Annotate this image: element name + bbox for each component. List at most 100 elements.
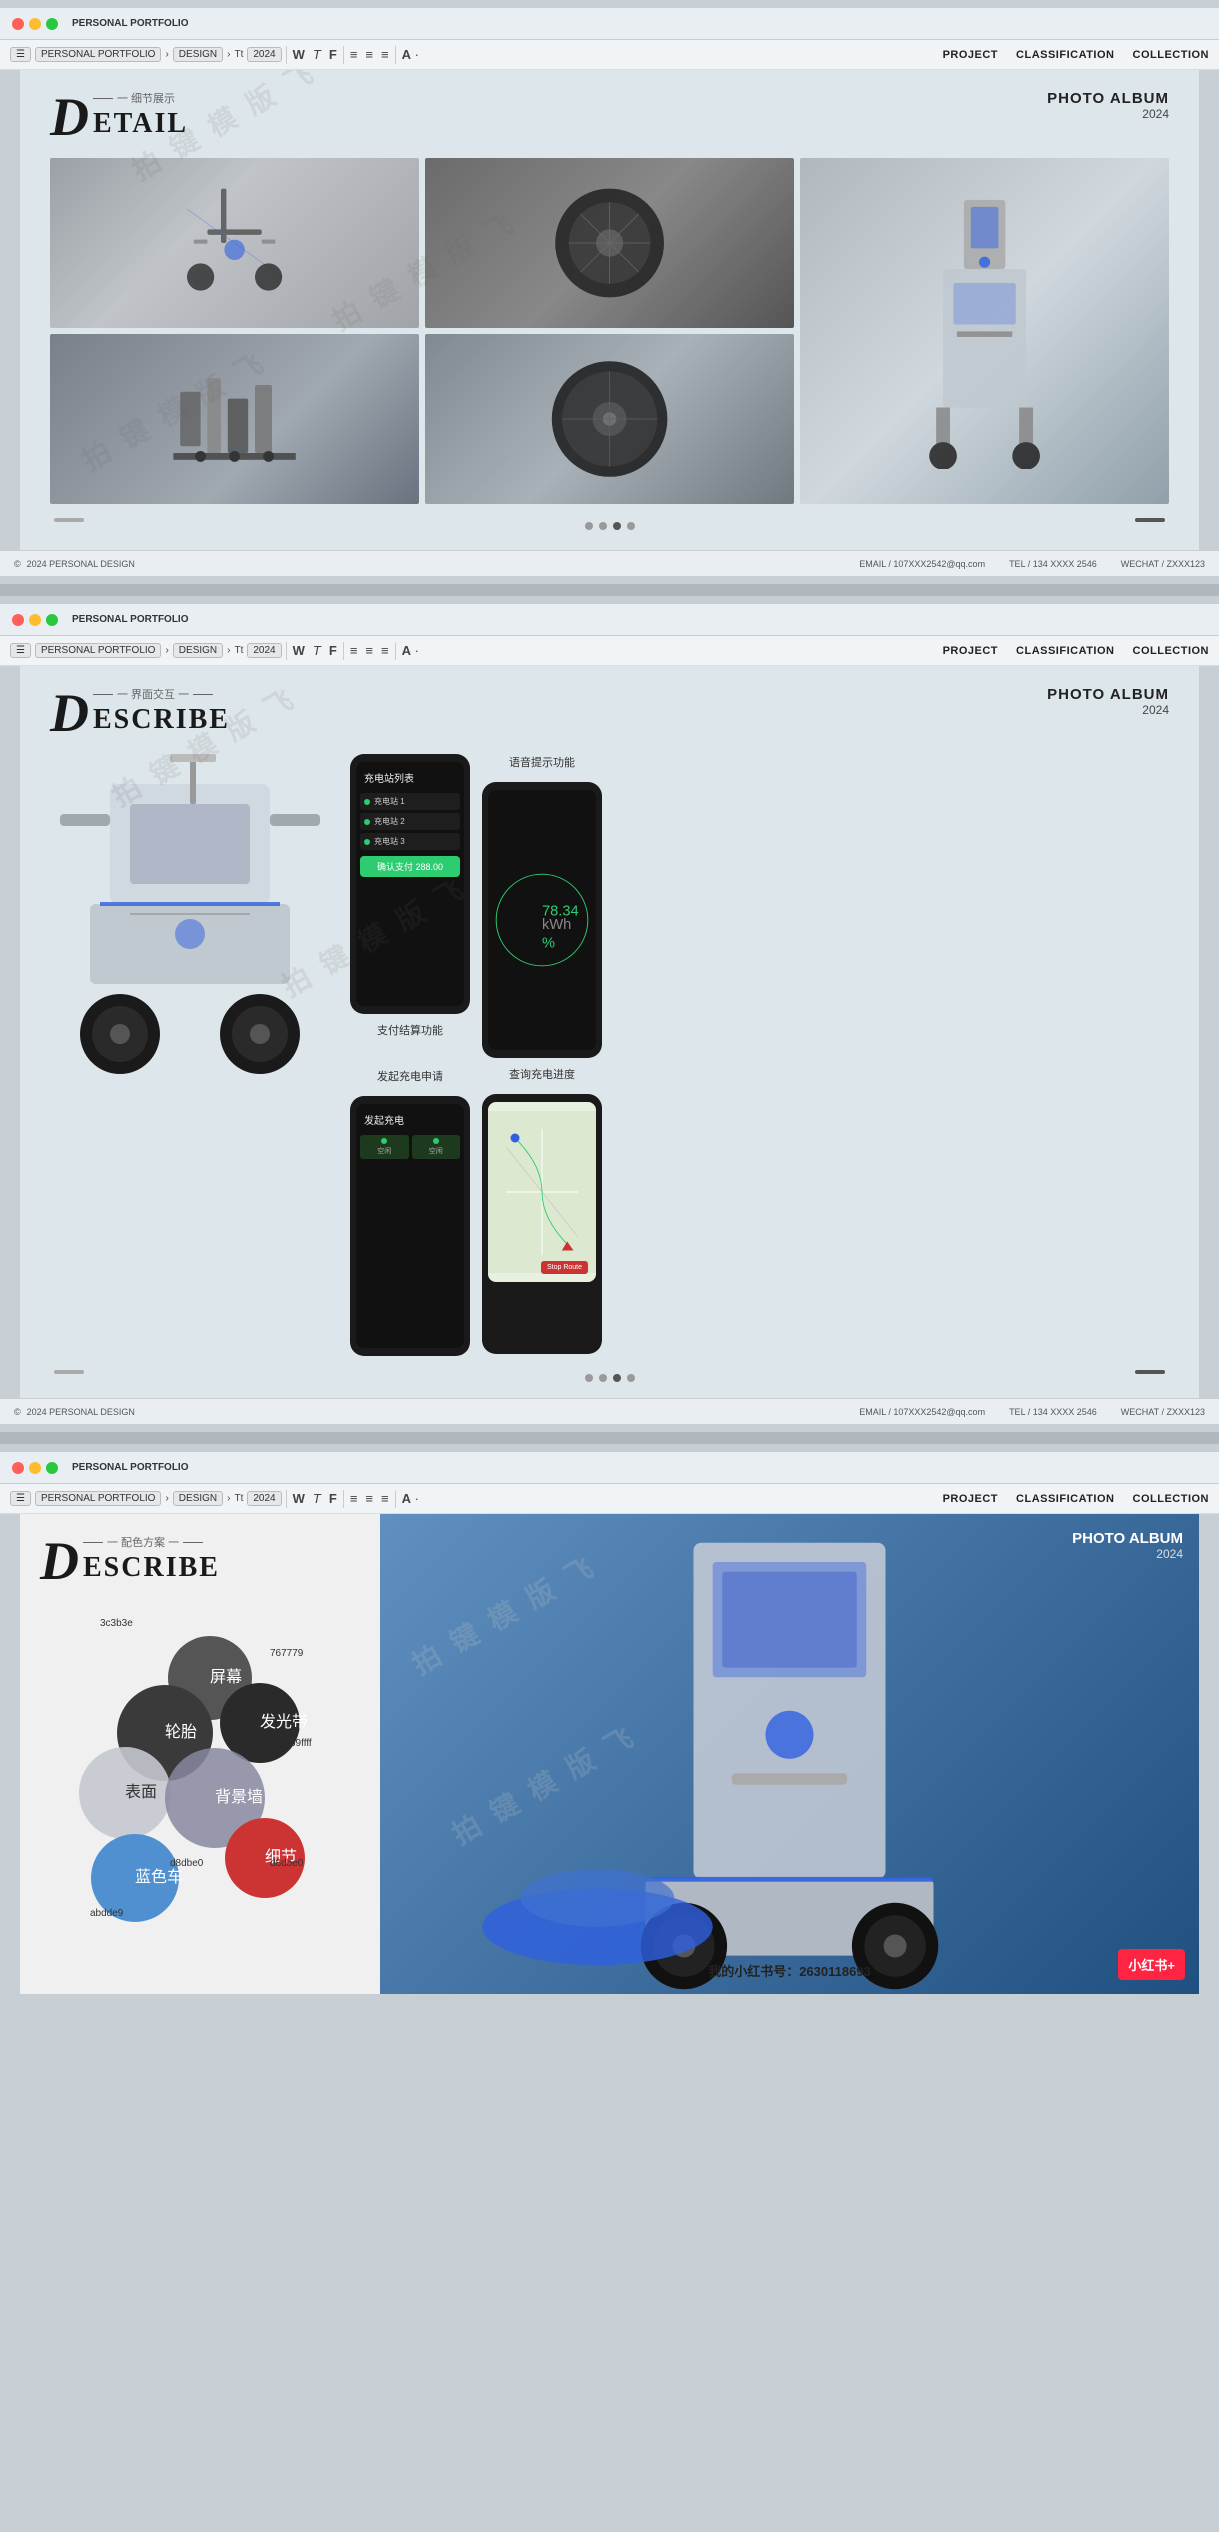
align-left-icon[interactable]: ≡ (348, 47, 360, 62)
italic-icon[interactable]: T (311, 47, 323, 62)
year-btn-3[interactable]: 2024 (247, 1491, 281, 1506)
badge-year-2: 2024 (1047, 703, 1169, 717)
dots-2 (585, 1374, 635, 1382)
font-icon-3[interactable]: A · (400, 1491, 421, 1506)
breadcrumb-portfolio[interactable]: PERSONAL PORTFOLIO (35, 47, 161, 62)
pay-btn[interactable]: 确认支付 288.00 (360, 856, 460, 877)
nav-collection-2[interactable]: COLLECTION (1133, 645, 1210, 657)
dot-2-4[interactable] (627, 1374, 635, 1382)
font-icon-2[interactable]: A · (400, 643, 421, 658)
wheel-svg (462, 175, 757, 311)
layout-icon-2[interactable]: ☰ (10, 643, 31, 658)
nav-right-2: PROJECT CLASSIFICATION COLLECTION (943, 645, 1209, 657)
map-svg (488, 1102, 596, 1282)
tl-green[interactable] (46, 18, 58, 30)
stop-btn[interactable]: Stop Route (541, 1261, 588, 1274)
badge-label-2: PHOTO ALBUM (1047, 686, 1169, 703)
robot-arm-svg (87, 175, 382, 311)
describe-content: 充电站列表 充电站 1 充电站 2 充电站 3 (50, 754, 1169, 1356)
toolbar-2: ☰ PERSONAL PORTFOLIO › DESIGN › Tt 2024 … (0, 636, 1219, 666)
font-icon[interactable]: A · (400, 47, 421, 62)
format-icon-3[interactable]: F (327, 1491, 339, 1506)
svg-text:背景墙: 背景墙 (215, 1788, 263, 1806)
photo-cell-3 (800, 158, 1169, 504)
bold-icon-2[interactable]: W (291, 643, 307, 658)
nav-collection-1[interactable]: COLLECTION (1133, 49, 1210, 61)
toolbar-3: ☰ PERSONAL PORTFOLIO › DESIGN › Tt 2024 … (0, 1484, 1219, 1514)
color-label-b9ffff: b9ffff (290, 1738, 312, 1749)
svg-text:屏幕: 屏幕 (210, 1668, 242, 1686)
nav-project-1[interactable]: PROJECT (943, 49, 998, 61)
nav-classification-1[interactable]: CLASSIFICATION (1016, 49, 1114, 61)
dot-2-1[interactable] (585, 1374, 593, 1382)
cn-title-describe: 一 界面交互 一 (93, 686, 230, 702)
bold-icon-3[interactable]: W (291, 1491, 307, 1506)
top-bar-1: PERSONAL PORTFOLIO (0, 8, 1219, 40)
text-icon-3: Tt (234, 1493, 243, 1504)
tl-red[interactable] (12, 18, 24, 30)
layout-icon[interactable]: ☰ (10, 47, 31, 62)
breadcrumb-design-2[interactable]: DESIGN (173, 643, 223, 658)
layout-icon-3[interactable]: ☰ (10, 1491, 31, 1506)
robot-blue-svg (380, 1514, 1199, 1994)
align-left-icon-3[interactable]: ≡ (348, 1491, 360, 1506)
bold-icon[interactable]: W (291, 47, 307, 62)
dot-1-4[interactable] (627, 522, 635, 530)
align-right-icon[interactable]: ≡ (379, 47, 391, 62)
breadcrumb-portfolio-3[interactable]: PERSONAL PORTFOLIO (35, 1491, 161, 1506)
nav-classification-2[interactable]: CLASSIFICATION (1016, 645, 1114, 657)
text-icon: Tt (234, 49, 243, 60)
bubble-container: 3c3b3e 767779 b9ffff d8dbe0 d8dbe0 abdde… (50, 1608, 350, 1888)
sep-v2 (343, 46, 344, 64)
nav-project-3[interactable]: PROJECT (943, 1493, 998, 1505)
format-icon-2[interactable]: F (327, 643, 339, 658)
charging-item-2: 充电站 2 (360, 813, 460, 830)
footer-tel-1: TEL / 134 XXXX 2546 (1009, 559, 1097, 569)
color-badge: PHOTO ALBUM 2024 (1072, 1530, 1183, 1561)
year-btn[interactable]: 2024 (247, 47, 281, 62)
progress-mini-3 (54, 1370, 84, 1374)
align-right-icon-2[interactable]: ≡ (379, 643, 391, 658)
dot-1-1[interactable] (585, 522, 593, 530)
align-center-icon[interactable]: ≡ (363, 47, 375, 62)
phone-dark-2: 发起充电 空闲 空闲 (350, 1096, 470, 1356)
dot-2-3[interactable] (613, 1374, 621, 1382)
year-btn-2[interactable]: 2024 (247, 643, 281, 658)
italic-icon-2[interactable]: T (311, 643, 323, 658)
nav-collection-3[interactable]: COLLECTION (1133, 1493, 1210, 1505)
footer-email-1: EMAIL / 107XXX2542@qq.com (859, 559, 985, 569)
tl-red-2[interactable] (12, 614, 24, 626)
align-right-icon-3[interactable]: ≡ (379, 1491, 391, 1506)
italic-icon-3[interactable]: T (311, 1491, 323, 1506)
svg-text:kWh: kWh (542, 917, 571, 933)
dot-1-3[interactable] (613, 522, 621, 530)
tl-green-3[interactable] (46, 1462, 58, 1474)
nav-right-3: PROJECT CLASSIFICATION COLLECTION (943, 1493, 1209, 1505)
breadcrumb-design[interactable]: DESIGN (173, 47, 223, 62)
phones-right: 充电站列表 充电站 1 充电站 2 充电站 3 (350, 754, 1169, 1356)
breadcrumb-design-3[interactable]: DESIGN (173, 1491, 223, 1506)
toolbar-1: ☰ PERSONAL PORTFOLIO › DESIGN › Tt 2024 … (0, 40, 1219, 70)
toolbar-left-1: ☰ PERSONAL PORTFOLIO › DESIGN › Tt 2024 … (10, 46, 937, 64)
feature-voice: 语音提示功能 (509, 754, 575, 770)
tl-yellow[interactable] (29, 18, 41, 30)
nav-project-2[interactable]: PROJECT (943, 645, 998, 657)
tl-yellow-2[interactable] (29, 614, 41, 626)
align-center-icon-2[interactable]: ≡ (363, 643, 375, 658)
robot-chassis-svg (50, 754, 330, 1074)
align-left-icon-2[interactable]: ≡ (348, 643, 360, 658)
color-label-3c3b3e: 3c3b3e (100, 1618, 133, 1629)
tl-yellow-3[interactable] (29, 1462, 41, 1474)
nav-classification-3[interactable]: CLASSIFICATION (1016, 1493, 1114, 1505)
footer-right-1: EMAIL / 107XXX2542@qq.com TEL / 134 XXXX… (859, 559, 1205, 569)
format-icon[interactable]: F (327, 47, 339, 62)
xiaohongshu-badge[interactable]: 小红书+ (1118, 1949, 1185, 1980)
breadcrumb-portfolio-2[interactable]: PERSONAL PORTFOLIO (35, 643, 161, 658)
dot-1-2[interactable] (599, 522, 607, 530)
phone-col-1: 充电站列表 充电站 1 充电站 2 充电站 3 (350, 754, 470, 1356)
dot-2-2[interactable] (599, 1374, 607, 1382)
align-center-icon-3[interactable]: ≡ (363, 1491, 375, 1506)
tl-red-3[interactable] (12, 1462, 24, 1474)
tl-green-2[interactable] (46, 614, 58, 626)
phone-map: Stop Route (482, 1094, 602, 1354)
